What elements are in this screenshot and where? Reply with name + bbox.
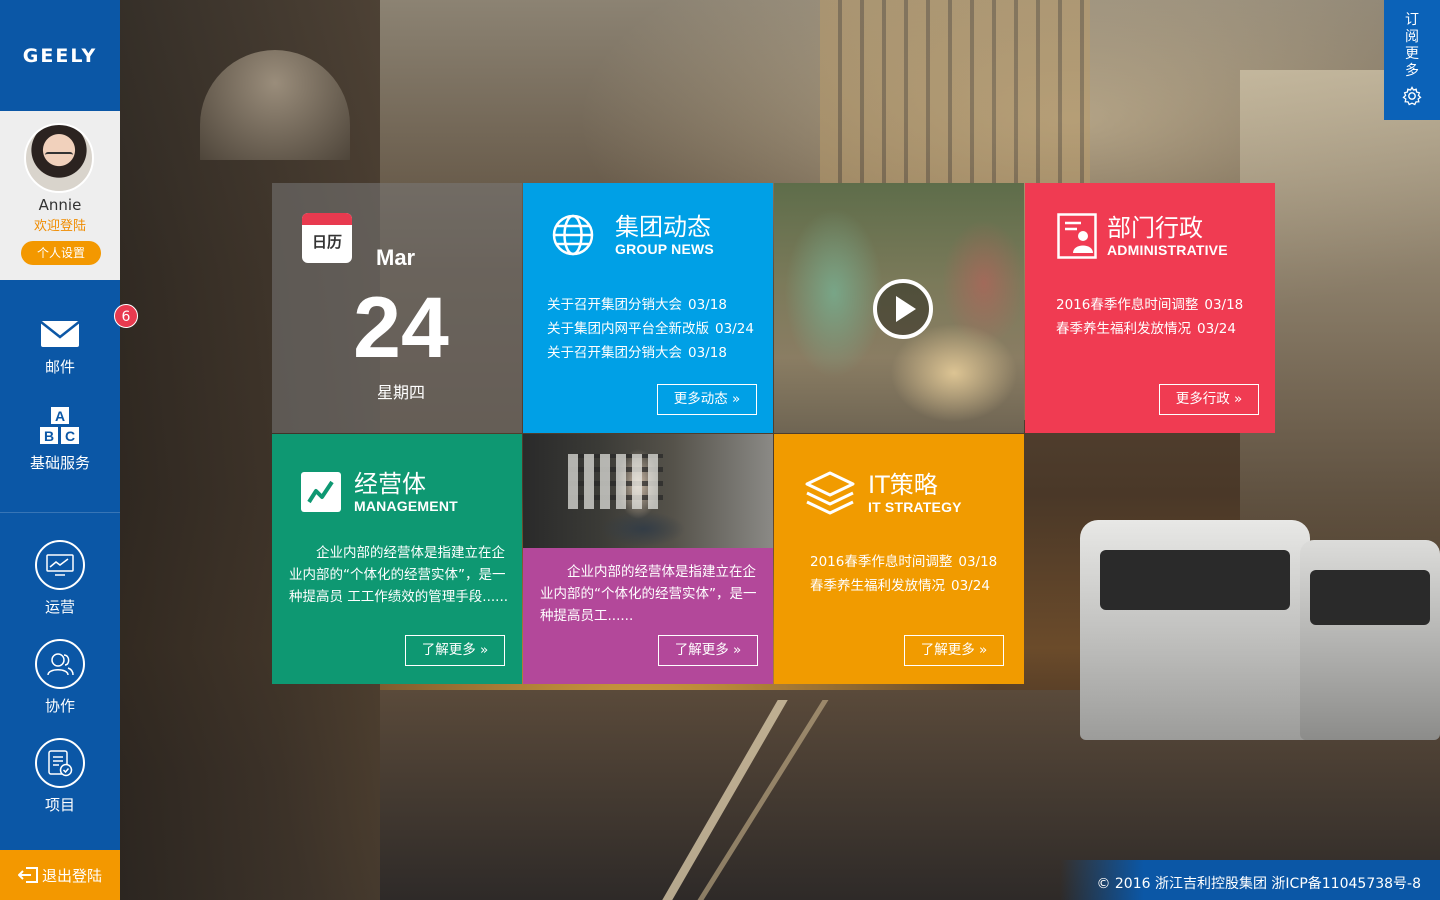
mail-badge: 6 xyxy=(114,304,138,328)
gear-icon xyxy=(1402,86,1422,106)
it-strategy-list: 2016春季作息时间调整 03/18 春季养生福利发放情况 03/24 xyxy=(810,550,1024,598)
calendar-tile: 日历 Mar 24 星期四 xyxy=(272,183,522,433)
management-header: 经营体 MANAGEMENT xyxy=(300,470,458,514)
sidebar: GEELY Annie 欢迎登陆 个人设置 6 邮件 A B C 基础服务 运营… xyxy=(0,0,138,900)
logout-button[interactable]: 退出登陆 xyxy=(0,850,120,900)
video-tile[interactable] xyxy=(774,183,1024,433)
monitor-chart-icon xyxy=(35,540,85,590)
id-card-icon xyxy=(1057,213,1097,259)
management-description: 企业内部的经营体是指建立在企业内部的“个体化的经营实体”，是一种提高员 工工作绩… xyxy=(289,545,509,605)
group-news-title: 集团动态 xyxy=(615,213,711,241)
calendar-icon-label: 日历 xyxy=(311,233,342,251)
administrative-tile: 部门行政 ADMINISTRATIVE 2016春季作息时间调整 03/18 春季… xyxy=(1025,183,1275,433)
mail-icon xyxy=(40,321,80,347)
user-name: Annie xyxy=(38,196,82,214)
photo-tile-learn-more-button[interactable]: 了解更多 » xyxy=(658,635,758,666)
brand-logo[interactable]: GEELY xyxy=(0,0,120,111)
photo-tile-description: 企业内部的经营体是指建立在企业内部的“个体化的经营实体”，是一种提高员工....… xyxy=(540,564,757,624)
office-photo[interactable] xyxy=(523,434,773,548)
play-icon[interactable] xyxy=(873,279,933,339)
copyright: © 2016 浙江吉利控股集团 浙ICP备11045738号-8 xyxy=(1096,876,1421,892)
sidebar-item-label: 基础服务 xyxy=(29,454,90,472)
bg-van xyxy=(1300,540,1440,740)
sidebar-item-label: 协作 xyxy=(44,697,75,715)
calendar-weekday: 星期四 xyxy=(376,383,425,402)
clipboard-check-icon xyxy=(35,738,85,788)
it-strategy-tile: IT策略 IT STRATEGY 2016春季作息时间调整 03/18 春季养生福… xyxy=(774,434,1024,684)
group-news-list: 关于召开集团分销大会 03/18 关于集团内网平台全新改版 03/24 关于召开集团… xyxy=(547,293,773,365)
photo-tile: 企业内部的经营体是指建立在企业内部的“个体化的经营实体”，是一种提高员工....… xyxy=(523,434,773,684)
footer-bar: © 2016 浙江吉利控股集团 浙ICP备11045738号-8 xyxy=(1060,860,1440,900)
management-title: 经营体 xyxy=(354,470,426,498)
group-news-header: 集团动态 GROUP NEWS xyxy=(551,213,714,257)
list-item[interactable]: 春季养生福利发放情况 03/24 xyxy=(810,574,1024,598)
avatar[interactable] xyxy=(24,123,94,193)
bg-van xyxy=(1080,520,1310,740)
calendar-icon: 日历 xyxy=(302,213,352,263)
logout-label: 退出登陆 xyxy=(41,866,102,885)
list-item[interactable]: 关于召开集团分销大会 03/18 xyxy=(547,293,773,317)
subscribe-more-button[interactable]: 订阅更多 xyxy=(1384,0,1440,120)
management-subtitle: MANAGEMENT xyxy=(354,498,458,514)
trend-chart-icon xyxy=(301,472,341,512)
sidebar-item-basic-services[interactable]: A B C 基础服务 xyxy=(0,406,120,473)
management-tile: 经营体 MANAGEMENT 企业内部的经营体是指建立在企业内部的“个体化的经营… xyxy=(272,434,522,684)
layers-icon xyxy=(805,471,855,515)
sidebar-item-label: 项目 xyxy=(44,796,75,814)
logout-icon xyxy=(17,867,38,883)
it-strategy-subtitle: IT STRATEGY xyxy=(868,499,962,515)
sidebar-item-label: 邮件 xyxy=(44,358,75,376)
user-panel: Annie 欢迎登陆 个人设置 xyxy=(0,111,120,280)
administrative-subtitle: ADMINISTRATIVE xyxy=(1107,242,1228,258)
list-item[interactable]: 关于召开集团分销大会 03/18 xyxy=(547,341,773,365)
list-item[interactable]: 关于集团内网平台全新改版 03/24 xyxy=(547,317,773,341)
sidebar-divider xyxy=(0,512,120,513)
list-item[interactable]: 2016春季作息时间调整 03/18 xyxy=(1056,293,1275,317)
list-item[interactable]: 春季养生福利发放情况 03/24 xyxy=(1056,317,1275,341)
subscribe-label: 订阅更多 xyxy=(1405,12,1419,79)
sidebar-item-mail[interactable]: 6 邮件 xyxy=(0,304,138,377)
group-news-tile: 集团动态 GROUP NEWS 关于召开集团分销大会 03/18 关于集团内网平台… xyxy=(523,183,773,433)
it-strategy-title: IT策略 xyxy=(868,471,938,499)
abc-blocks-icon: A B C xyxy=(40,407,79,444)
calendar-month: Mar xyxy=(376,245,416,270)
administrative-header: 部门行政 ADMINISTRATIVE xyxy=(1057,213,1228,259)
sidebar-item-label: 运营 xyxy=(44,598,75,616)
sidebar-item-projects[interactable]: 项目 xyxy=(0,738,120,815)
welcome-text: 欢迎登陆 xyxy=(33,219,86,234)
it-strategy-header: IT策略 IT STRATEGY xyxy=(804,470,962,516)
administrative-title: 部门行政 xyxy=(1107,214,1203,242)
management-learn-more-button[interactable]: 了解更多 » xyxy=(405,635,505,666)
globe-icon xyxy=(552,214,594,256)
calendar-day: 24 xyxy=(353,280,449,376)
users-icon xyxy=(35,639,85,689)
svg-text:B: B xyxy=(44,428,54,444)
more-administrative-button[interactable]: 更多行政 » xyxy=(1159,384,1259,415)
personal-settings-button[interactable]: 个人设置 xyxy=(21,241,101,265)
group-news-subtitle: GROUP NEWS xyxy=(615,241,714,257)
svg-text:A: A xyxy=(55,408,65,424)
list-item[interactable]: 2016春季作息时间调整 03/18 xyxy=(810,550,1024,574)
sidebar-item-operations[interactable]: 运营 xyxy=(0,540,120,617)
administrative-list: 2016春季作息时间调整 03/18 春季养生福利发放情况 03/24 xyxy=(1056,293,1275,341)
sidebar-item-collaboration[interactable]: 协作 xyxy=(0,639,120,716)
svg-text:C: C xyxy=(65,428,75,444)
more-news-button[interactable]: 更多动态 » xyxy=(657,384,757,415)
brand-logo-text: GEELY xyxy=(22,44,98,67)
it-strategy-learn-more-button[interactable]: 了解更多 » xyxy=(904,635,1004,666)
